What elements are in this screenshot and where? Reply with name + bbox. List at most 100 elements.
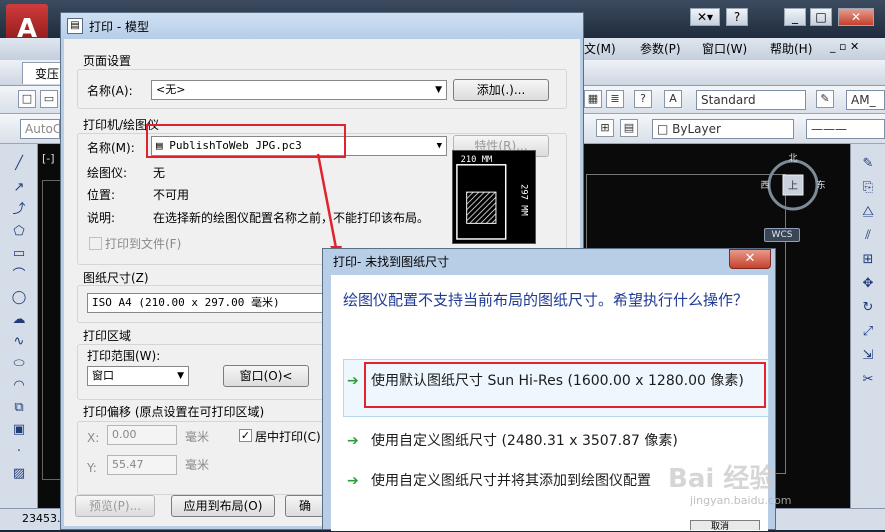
green-arrow-icon: ➔: [347, 373, 359, 389]
paper-size-combo[interactable]: ISO A4 (210.00 x 297.00 毫米): [87, 293, 323, 313]
plot-offset-group-label: 打印偏移 (原点设置在可打印区域): [83, 405, 265, 419]
dim-style-icon[interactable]: ✎: [816, 90, 834, 108]
location-label: 位置:: [87, 188, 116, 202]
plot-range-label: 打印范围(W):: [87, 349, 161, 363]
spline-icon[interactable]: ∿: [11, 334, 27, 350]
menu-item-params[interactable]: 参数(P): [640, 40, 681, 57]
page-setup-name-combo[interactable]: <无> ▼: [151, 80, 447, 100]
print-to-file-checkbox[interactable]: [89, 237, 102, 250]
offset-x-label: X:: [87, 431, 100, 445]
description-label: 说明:: [87, 211, 116, 225]
viewcube-top: 上: [788, 180, 798, 192]
circle-icon[interactable]: ◯: [11, 290, 27, 306]
error-dialog-titlebar[interactable]: 打印- 未找到图纸尺寸 ✕: [323, 249, 775, 273]
minimize-icon[interactable]: _: [784, 8, 806, 26]
erase-icon[interactable]: ✎: [860, 156, 876, 172]
move-icon[interactable]: ✥: [860, 276, 876, 292]
open-file-icon[interactable]: ▭: [40, 90, 58, 108]
watermark-logo: Bai 经验: [668, 464, 776, 494]
offset-icon[interactable]: ⫽: [860, 228, 876, 244]
chevron-down-icon: ▼: [435, 85, 442, 95]
apply-to-layout-button[interactable]: 应用到布局(O): [171, 495, 275, 517]
new-file-icon[interactable]: □: [18, 90, 36, 108]
construction-line-icon[interactable]: ↗: [11, 180, 27, 196]
app-close-icon[interactable]: ✕: [838, 8, 874, 26]
scale-icon[interactable]: ⤢: [860, 324, 876, 340]
plot-area-group-label: 打印区域: [83, 329, 132, 343]
ellipse-arc-icon[interactable]: ◠: [11, 378, 27, 394]
chevron-down-icon: ▼: [177, 371, 184, 381]
viewcube-east: 东: [816, 179, 825, 191]
viewcube-north: 北: [788, 153, 797, 164]
page-setup-group-label: 页面设置: [83, 54, 132, 68]
mirror-icon[interactable]: ⧋: [860, 204, 876, 220]
option-custom-paper-text: 使用自定义图纸尺寸 (2480.31 x 3507.87 像素): [371, 433, 678, 449]
point-icon[interactable]: ·: [11, 444, 27, 460]
chevron-down-icon: ▼: [436, 141, 442, 151]
offset-y-input[interactable]: 55.47: [107, 455, 177, 475]
revision-cloud-icon[interactable]: ☁: [11, 312, 27, 328]
paper-size-group-label: 图纸尺寸(Z): [83, 271, 149, 285]
layer-props-icon[interactable]: ⊞: [596, 119, 614, 137]
polyline-icon[interactable]: ⤴: [11, 202, 27, 218]
menu-item-m[interactable]: 文(M): [584, 40, 616, 57]
insert-block-icon[interactable]: ⧉: [11, 400, 27, 416]
arc-icon[interactable]: ⌒: [11, 268, 27, 284]
rectangle-icon[interactable]: ▭: [11, 246, 27, 262]
text-style-icon[interactable]: A: [664, 90, 682, 108]
plot-range-combo[interactable]: 窗口 ▼: [87, 366, 189, 386]
workspace-combo[interactable]: AutoC: [20, 119, 60, 139]
draw-toolbar: ╱ ↗ ⤴ ⬠ ▭ ⌒ ◯ ☁ ∿ ⬭ ◠ ⧉ ▣ · ▨: [0, 144, 38, 508]
green-arrow-icon: ➔: [347, 473, 359, 489]
maximize-icon[interactable]: □: [810, 8, 832, 26]
plot-dialog-titlebar[interactable]: ▤ 打印 - 模型: [61, 13, 583, 39]
help-toolbar-icon[interactable]: ?: [634, 90, 652, 108]
linetype-combo[interactable]: ———: [806, 119, 885, 139]
page-setup-name-label: 名称(A):: [87, 84, 133, 98]
hatch-icon[interactable]: ▨: [11, 466, 27, 482]
add-page-setup-button[interactable]: 添加(.)...: [453, 79, 549, 101]
calculator-icon[interactable]: ▦: [584, 90, 602, 108]
markup-icon[interactable]: ≣: [606, 90, 624, 108]
modify-toolbar: ✎ ⎘ ⧋ ⫽ ⊞ ✥ ↻ ⤢ ⇲ ✂: [850, 144, 885, 508]
offset-x-input[interactable]: 0.00: [107, 425, 177, 445]
paper-preview: 210 MM 297 MM: [452, 150, 536, 244]
viewcube-west: 西: [760, 180, 769, 191]
preview-width-label: 210 MM: [461, 155, 493, 165]
viewcube[interactable]: 北 西 东 上: [760, 152, 826, 218]
doc-window-controls[interactable]: _ ▫ ✕: [830, 40, 859, 53]
line-icon[interactable]: ╱: [11, 156, 27, 172]
color-combo-value: ByLayer: [672, 122, 721, 136]
color-combo[interactable]: □ ByLayer: [652, 119, 794, 139]
polygon-icon[interactable]: ⬠: [11, 224, 27, 240]
text-style-combo[interactable]: Standard: [696, 90, 806, 110]
menu-item-window[interactable]: 窗口(W): [702, 40, 747, 57]
help-icon[interactable]: ?: [726, 8, 748, 26]
print-to-file-label: 打印到文件(F): [105, 237, 182, 251]
viewport-label[interactable]: [-]: [42, 152, 55, 165]
quick-tools[interactable]: ✕▾: [690, 8, 720, 26]
plot-window-button[interactable]: 窗口(O)<: [223, 365, 309, 387]
make-block-icon[interactable]: ▣: [11, 422, 27, 438]
copy-icon[interactable]: ⎘: [860, 180, 876, 196]
printer-icon: ▤: [67, 18, 83, 34]
trim-icon[interactable]: ✂: [860, 372, 876, 388]
close-icon[interactable]: ✕: [729, 249, 771, 269]
cancel-button[interactable]: 取消: [690, 520, 760, 532]
preview-button[interactable]: 预览(P)...: [75, 495, 155, 517]
error-dialog-title: 打印- 未找到图纸尺寸: [333, 255, 450, 269]
offset-y-unit: 毫米: [185, 458, 210, 472]
description-value: 在选择新的绘图仪配置名称之前，不能打印该布局。: [153, 211, 430, 225]
cancel-button-label: 取消: [711, 522, 730, 532]
dim-style-combo[interactable]: AM_: [846, 90, 885, 110]
center-plot-checkbox[interactable]: ✓: [239, 429, 252, 442]
printer-name-label: 名称(M):: [87, 141, 135, 155]
wcs-menu[interactable]: WCS: [764, 228, 800, 242]
rotate-icon[interactable]: ↻: [860, 300, 876, 316]
ellipse-icon[interactable]: ⬭: [11, 356, 27, 372]
array-icon[interactable]: ⊞: [860, 252, 876, 268]
layer-state-icon[interactable]: ▤: [620, 119, 638, 137]
menu-item-help[interactable]: 帮助(H): [770, 40, 812, 57]
ok-button[interactable]: 确: [285, 495, 325, 517]
stretch-icon[interactable]: ⇲: [860, 348, 876, 364]
